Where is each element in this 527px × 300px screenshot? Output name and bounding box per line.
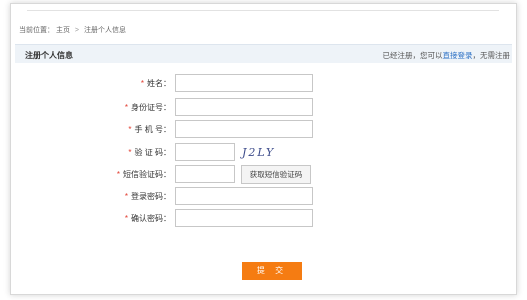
section-title: 注册个人信息	[25, 51, 73, 60]
breadcrumb: 当前位置： 主页 > 注册个人信息	[19, 25, 126, 35]
confirm-password-input[interactable]	[175, 209, 313, 227]
required-mark: *	[128, 148, 132, 157]
id-number-label-text: 身份证号：	[131, 103, 171, 112]
password-input[interactable]	[175, 187, 313, 205]
captcha-label-text: 验 证 码：	[134, 148, 171, 157]
required-mark: *	[140, 79, 144, 88]
direct-login-link[interactable]: 直接登录	[443, 51, 473, 60]
password-label: * 登录密码：	[21, 191, 171, 202]
confirm-password-label-text: 确认密码：	[131, 214, 171, 223]
phone-label: * 手 机 号：	[21, 124, 171, 135]
id-number-label-row: * 身份证号：	[71, 98, 171, 116]
name-label: * 姓名：	[21, 78, 171, 89]
name-label-text: 姓名：	[147, 79, 171, 88]
breadcrumb-home-link[interactable]: 主页	[56, 27, 70, 34]
id-number-label: * 身份证号：	[21, 102, 171, 113]
login-hint: 已经注册，您可以直接登录，无需注册	[383, 50, 511, 61]
phone-label-text: 手 机 号：	[134, 125, 171, 134]
name-input[interactable]	[175, 74, 313, 92]
breadcrumb-current: 注册个人信息	[83, 27, 126, 34]
breadcrumb-prefix: 当前位置：	[19, 27, 54, 34]
captcha-label: * 验 证 码：	[21, 147, 171, 158]
id-number-input[interactable]	[175, 98, 313, 116]
login-hint-text-before: 已经注册，您可以	[382, 51, 443, 60]
required-mark: *	[124, 192, 128, 201]
sms-code-label-text: 短信验证码：	[123, 170, 171, 179]
section-header: 注册个人信息 已经注册，您可以直接登录，无需注册	[15, 44, 512, 63]
confirm-password-label: * 确认密码：	[21, 213, 171, 224]
sms-code-label: * 短信验证码：	[21, 169, 171, 180]
captcha-label-row: * 验 证 码：	[71, 143, 171, 161]
sms-code-label-row: * 短信验证码：	[71, 165, 171, 183]
top-divider	[27, 10, 499, 11]
required-mark: *	[116, 170, 120, 179]
phone-input[interactable]	[175, 120, 313, 138]
captcha-image[interactable]: J2LY	[242, 146, 275, 159]
phone-label-row: * 手 机 号：	[71, 120, 171, 138]
required-mark: *	[128, 125, 132, 134]
sms-code-input[interactable]	[175, 165, 235, 183]
submit-button[interactable]: 提 交	[242, 262, 302, 280]
login-hint-text-after: ，无需注册	[472, 51, 511, 60]
captcha-input[interactable]	[175, 143, 235, 161]
confirm-password-label-row: * 确认密码：	[71, 209, 171, 227]
breadcrumb-separator: >	[74, 27, 79, 34]
get-sms-code-button[interactable]: 获取短信验证码	[241, 165, 311, 184]
password-label-row: * 登录密码：	[71, 187, 171, 205]
registration-card: 当前位置： 主页 > 注册个人信息 注册个人信息 已经注册，您可以直接登录，无需…	[10, 3, 517, 295]
password-label-text: 登录密码：	[131, 192, 171, 201]
name-label-row: * 姓名：	[71, 74, 171, 92]
required-mark: *	[124, 214, 128, 223]
required-mark: *	[124, 103, 128, 112]
